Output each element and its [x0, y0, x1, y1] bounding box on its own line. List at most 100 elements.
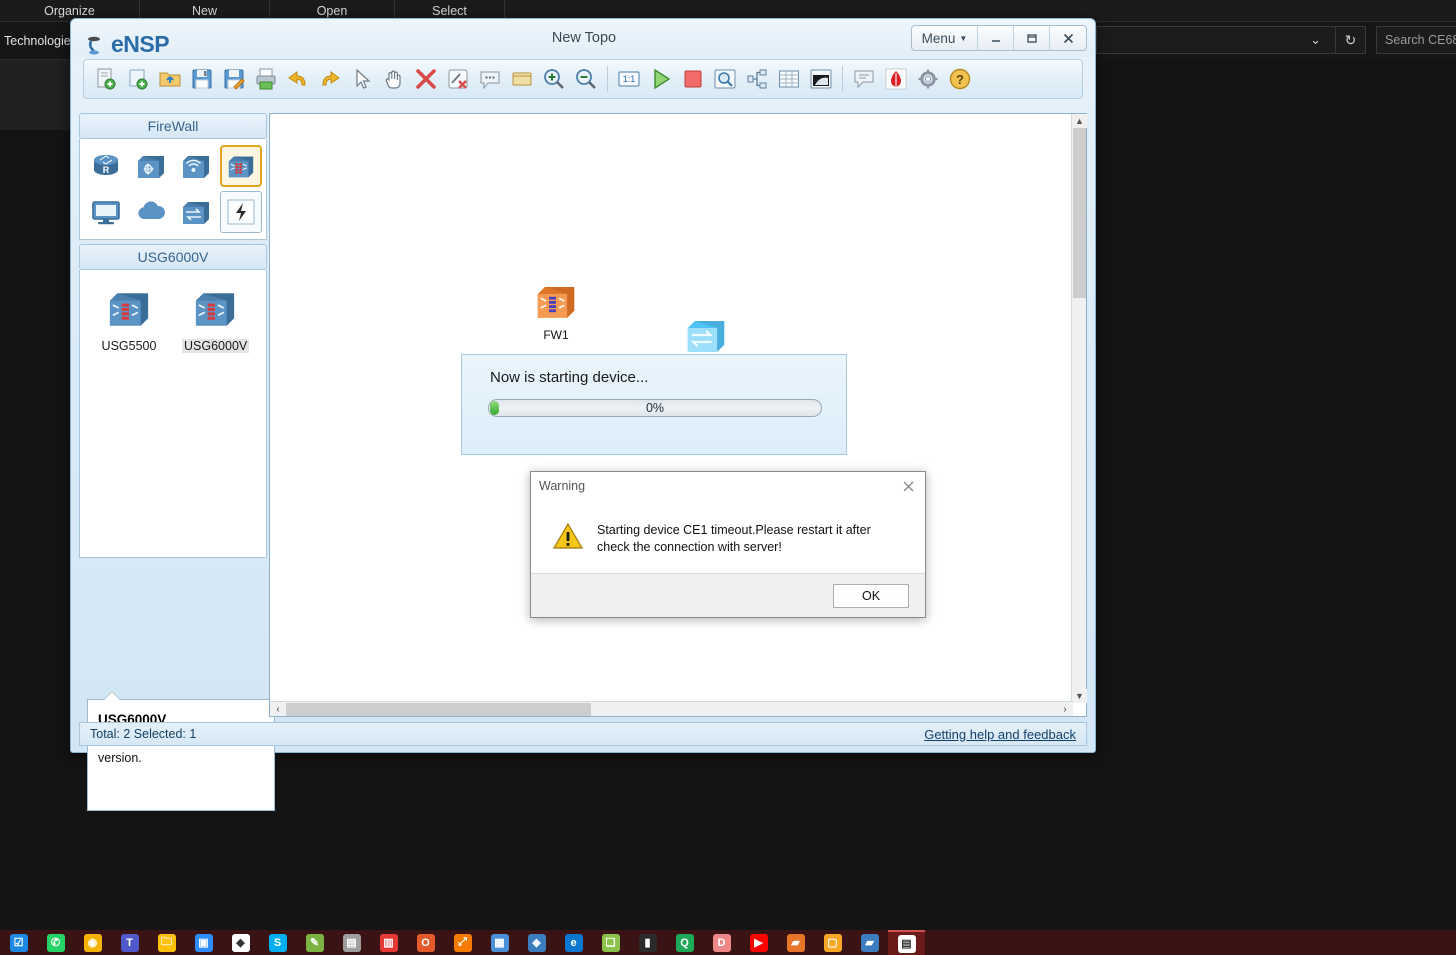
save-as-icon[interactable]: [218, 62, 250, 96]
scroll-right-arrow-icon[interactable]: ›: [1057, 702, 1073, 717]
select-pointer-icon[interactable]: [346, 62, 378, 96]
toolbar-separator: [607, 66, 608, 92]
firewall-node-fw1[interactable]: FW1: [532, 280, 580, 342]
taskbar-item-squares[interactable]: ▰: [777, 930, 814, 955]
maximize-icon: [1026, 34, 1037, 43]
taskbar-item-terminal[interactable]: ▮: [629, 930, 666, 955]
router-icon[interactable]: R: [85, 145, 127, 187]
taskbar-item-ensp-active[interactable]: ▤: [888, 930, 925, 955]
svg-text:?: ?: [956, 72, 964, 87]
grid-icon[interactable]: [773, 62, 805, 96]
chat-icon[interactable]: [848, 62, 880, 96]
usg5500-label: USG5500: [101, 339, 157, 353]
start-device-icon[interactable]: [645, 62, 677, 96]
firewall-panel-header: FireWall: [79, 113, 267, 139]
topology-tree-icon[interactable]: [741, 62, 773, 96]
taskbar-item-dictionary[interactable]: D: [703, 930, 740, 955]
capture-packet-icon[interactable]: [709, 62, 741, 96]
new-page-icon[interactable]: [122, 62, 154, 96]
console-icon[interactable]: [805, 62, 837, 96]
new-topology-icon[interactable]: [90, 62, 122, 96]
taskbar-item-opera-glyph: O: [416, 933, 435, 952]
taskbar-item-zoom[interactable]: ▣: [185, 930, 222, 955]
close-button[interactable]: [1050, 26, 1086, 50]
taskbar-item-app14[interactable]: ▦: [481, 930, 518, 955]
taskbar-item-search[interactable]: Q: [666, 930, 703, 955]
scroll-down-arrow-icon[interactable]: ▼: [1072, 689, 1087, 703]
taskbar-item-youtube[interactable]: ▶: [740, 930, 777, 955]
status-counts: Total: 2 Selected: 1: [90, 727, 197, 741]
delete-icon[interactable]: [410, 62, 442, 96]
model-grid: USG5500 USG6000V: [84, 276, 262, 359]
taskbar-item-file-explorer[interactable]: 🗀: [148, 930, 185, 955]
undo-icon[interactable]: [282, 62, 314, 96]
status-bar: Total: 2 Selected: 1 Getting help and fe…: [79, 722, 1087, 746]
actual-size-icon[interactable]: 1:1: [613, 62, 645, 96]
taskbar-item-checkbox[interactable]: ☑: [0, 930, 37, 955]
minimize-button[interactable]: [978, 26, 1014, 50]
app-logo: eNSP: [85, 31, 170, 58]
taskbar-item-chrome[interactable]: ◉: [74, 930, 111, 955]
taskbar-item-expand[interactable]: ⤢: [444, 930, 481, 955]
taskbar-item-acrobat[interactable]: ◆: [222, 930, 259, 955]
taskbar-item-skype[interactable]: S: [259, 930, 296, 955]
vertical-scroll-thumb[interactable]: [1073, 128, 1086, 298]
chevron-down-icon[interactable]: ⌄: [1310, 32, 1335, 48]
zoom-out-icon[interactable]: [570, 62, 602, 96]
stop-device-icon[interactable]: [677, 62, 709, 96]
usg5500-device[interactable]: USG5500: [98, 286, 160, 355]
custom-device-icon[interactable]: [219, 191, 262, 233]
device-type-grid: R: [84, 145, 262, 233]
scroll-up-arrow-icon[interactable]: ▲: [1072, 114, 1087, 128]
background-search-input[interactable]: Search CE680: [1376, 26, 1456, 54]
comment-icon[interactable]: [474, 62, 506, 96]
taskbar-item-wireshark[interactable]: ◈: [518, 930, 555, 955]
wlan-icon[interactable]: [175, 145, 217, 187]
redo-icon[interactable]: [314, 62, 346, 96]
taskbar-item-editor[interactable]: ✎: [296, 930, 333, 955]
taskbar-item-youtube-glyph: ▶: [749, 933, 768, 952]
background-address-bar[interactable]: ⌄: [1096, 26, 1336, 54]
ensp-main-window: New Topo eNSP Menu ▼ 1:1 ? FireWall R US…: [70, 18, 1096, 811]
taskbar-item-dictionary-glyph: D: [712, 933, 731, 952]
taskbar-item-charts[interactable]: ▥: [370, 930, 407, 955]
taskbar-item-packet-tracer[interactable]: ▤: [333, 930, 370, 955]
horizontal-scroll-thumb[interactable]: [286, 702, 591, 716]
usg6000v-device[interactable]: USG6000V: [182, 286, 250, 355]
menu-button[interactable]: Menu ▼: [912, 26, 978, 50]
save-icon[interactable]: [186, 62, 218, 96]
canvas-vertical-scrollbar[interactable]: ▲ ▼: [1071, 114, 1087, 703]
help-feedback-link[interactable]: Getting help and feedback: [924, 727, 1076, 742]
erase-link-icon[interactable]: [442, 62, 474, 96]
terminal-pc-icon[interactable]: [85, 191, 127, 233]
refresh-icon[interactable]: ↻: [1336, 26, 1366, 54]
taskbar-item-whatsapp[interactable]: ✆: [37, 930, 74, 955]
taskbar-item-squares-glyph: ▰: [786, 933, 805, 952]
firewall-icon[interactable]: [219, 145, 262, 187]
canvas-horizontal-scrollbar[interactable]: ‹ ›: [270, 701, 1073, 716]
hand-pan-icon[interactable]: [378, 62, 410, 96]
taskbar-item-ensp-shortcut[interactable]: ▰: [851, 930, 888, 955]
progress-bar: 0%: [488, 399, 822, 417]
device-switch-icon[interactable]: [175, 191, 217, 233]
close-icon[interactable]: [893, 473, 923, 499]
scroll-left-arrow-icon[interactable]: ‹: [270, 702, 286, 717]
minimize-icon: [991, 40, 1000, 42]
settings-gear-icon[interactable]: [912, 62, 944, 96]
firewall-node-label: FW1: [543, 328, 569, 342]
taskbar-item-teams[interactable]: T: [111, 930, 148, 955]
switch-icon[interactable]: [130, 145, 172, 187]
help-icon[interactable]: ?: [944, 62, 976, 96]
taskbar-item-edge[interactable]: e: [555, 930, 592, 955]
taskbar-item-vmware[interactable]: ▢: [814, 930, 851, 955]
cloud-icon[interactable]: [130, 191, 172, 233]
huawei-logo-icon[interactable]: [880, 62, 912, 96]
taskbar-item-opera[interactable]: O: [407, 930, 444, 955]
print-icon[interactable]: [250, 62, 282, 96]
shape-icon[interactable]: [506, 62, 538, 96]
ok-button[interactable]: OK: [833, 583, 909, 608]
open-folder-icon[interactable]: [154, 62, 186, 96]
taskbar-item-virtualbox[interactable]: ❏: [592, 930, 629, 955]
maximize-button[interactable]: [1014, 26, 1050, 50]
zoom-in-icon[interactable]: [538, 62, 570, 96]
